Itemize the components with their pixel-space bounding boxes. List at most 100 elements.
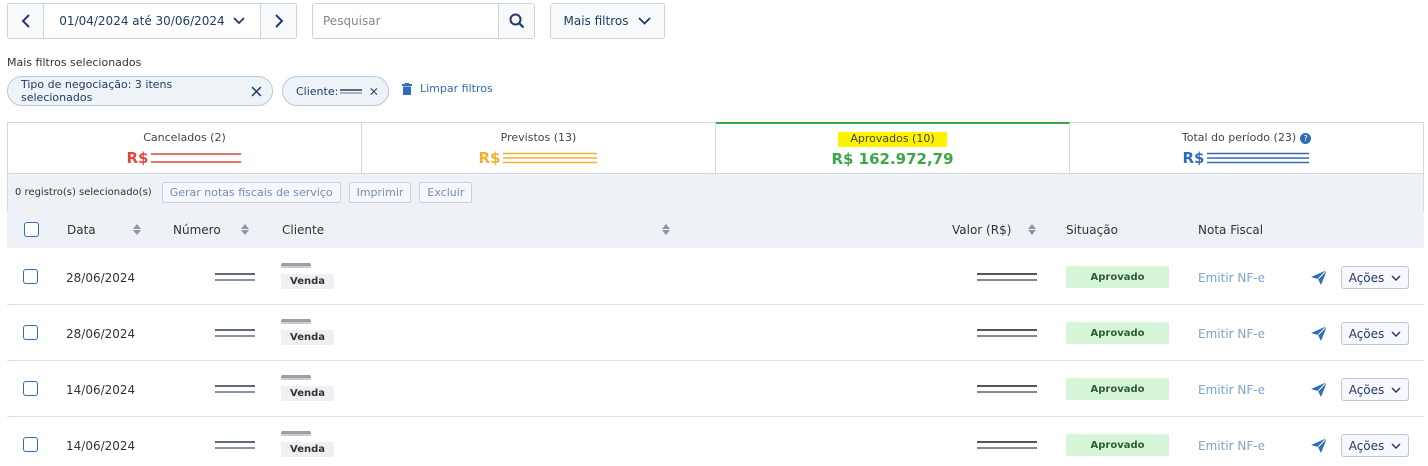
emit-nfe-link[interactable]: Emitir NF-e [1198, 271, 1265, 285]
redacted-number [215, 273, 255, 281]
clear-filters-link[interactable]: Limpar filtros [402, 82, 493, 95]
column-header-numero[interactable]: Número [173, 211, 249, 248]
column-header-valor[interactable]: Valor (R$) [952, 211, 1037, 248]
tab-previstos-title: Previstos (13) [500, 131, 577, 144]
more-filters-label: Mais filtros [563, 14, 629, 28]
help-icon[interactable]: ? [1300, 132, 1312, 144]
row-client: Venda [281, 263, 334, 289]
select-all-checkbox[interactable] [24, 222, 39, 237]
send-icon[interactable] [1311, 270, 1327, 285]
select-all-cell [24, 211, 39, 248]
close-icon[interactable] [251, 86, 262, 97]
redacted-number [215, 329, 255, 337]
chevron-down-icon [1391, 386, 1401, 393]
tab-total-periodo[interactable]: Total do período (23)? R$ [1070, 123, 1423, 173]
search-input[interactable] [313, 4, 498, 38]
column-header-label: Data [67, 222, 96, 237]
column-header-cliente[interactable]: Cliente [282, 211, 324, 248]
row-checkbox[interactable] [23, 381, 38, 396]
sort-icon[interactable] [240, 224, 249, 235]
row-checkbox[interactable] [23, 437, 38, 452]
row-checkbox[interactable] [23, 269, 38, 284]
redacted-amount [1206, 152, 1309, 164]
emit-nfe-link[interactable]: Emitir NF-e [1198, 327, 1265, 341]
tab-total-value: R$ [1183, 149, 1311, 167]
search-button[interactable] [498, 4, 534, 38]
row-date: 14/06/2024 [66, 437, 135, 454]
selected-count: 0 registro(s) selecionado(s) [15, 187, 152, 198]
currency-symbol: R$ [1182, 149, 1205, 167]
row-nota-fiscal: Emitir NF-e [1198, 437, 1265, 454]
tab-cancelados[interactable]: Cancelados (2) R$ [8, 123, 362, 173]
currency-symbol: R$ [126, 149, 149, 167]
generate-invoices-button[interactable]: Gerar notas fiscais de serviço [161, 182, 341, 203]
sort-icon[interactable] [1028, 224, 1037, 235]
column-header-data[interactable]: Data [67, 211, 141, 248]
row-send [1311, 270, 1327, 285]
actions-dropdown[interactable]: Ações [1341, 322, 1409, 345]
row-date-text: 14/06/2024 [66, 382, 136, 397]
redacted-client-name [281, 263, 311, 268]
row-date-text: 14/06/2024 [66, 438, 136, 453]
row-actions: Ações [1341, 378, 1409, 401]
filter-chip-client-content: Cliente: [296, 84, 363, 98]
status-badge: Aprovado [1066, 378, 1169, 400]
row-nota-fiscal: Emitir NF-e [1198, 269, 1265, 286]
tab-aprovados-title: Aprovados (10) [838, 132, 947, 147]
previous-period-button[interactable] [8, 4, 44, 38]
row-checkbox[interactable] [23, 325, 38, 340]
more-filters-button[interactable]: Mais filtros [550, 3, 665, 39]
row-actions: Ações [1341, 266, 1409, 289]
column-header-label: Número [173, 222, 221, 237]
sort-icon[interactable] [132, 224, 141, 235]
column-header-label: Valor (R$) [952, 222, 1012, 237]
row-actions: Ações [1341, 322, 1409, 345]
row-client: Venda [281, 319, 334, 345]
chevron-down-icon [1391, 442, 1401, 449]
row-send [1311, 382, 1327, 397]
column-header-cliente-sort[interactable] [662, 211, 670, 248]
sort-icon[interactable] [662, 224, 670, 235]
emit-nfe-link[interactable]: Emitir NF-e [1198, 439, 1265, 453]
actions-label: Ações [1348, 382, 1385, 397]
column-header-label: Situação [1066, 222, 1118, 237]
tab-aprovados-value: R$ 162.972,79 [831, 150, 954, 168]
currency-symbol: R$ [478, 149, 501, 167]
chevron-right-icon [274, 14, 283, 28]
redacted-client-name [281, 319, 311, 324]
row-send [1311, 438, 1327, 453]
redacted-client-name [340, 88, 363, 94]
row-type-tag: Venda [281, 442, 334, 457]
send-icon[interactable] [1311, 326, 1327, 341]
print-button[interactable]: Imprimir [348, 182, 412, 203]
date-range-selector[interactable]: 01/04/2024 até 30/06/2024 [44, 4, 260, 38]
search-icon [509, 13, 524, 29]
column-header-label: Nota Fiscal [1198, 222, 1264, 237]
status-badge: Aprovado [1066, 434, 1169, 456]
filter-chip-label: Cliente: [296, 84, 339, 98]
redacted-value [977, 385, 1037, 393]
row-client: Venda [281, 431, 334, 457]
status-badge: Aprovado [1066, 266, 1169, 288]
table-row: 14/06/2024 Venda Aprovado Emitir NF-e Aç… [7, 417, 1424, 466]
tab-aprovados[interactable]: Aprovados (10) R$ 162.972,79 [716, 122, 1070, 173]
tab-previstos[interactable]: Previstos (13) R$ [362, 123, 716, 173]
row-date: 28/06/2024 [66, 269, 135, 286]
table-row: 28/06/2024 Venda Aprovado Emitir NF-e Aç… [7, 249, 1424, 305]
send-icon[interactable] [1311, 382, 1327, 397]
actions-dropdown[interactable]: Ações [1341, 266, 1409, 289]
close-icon[interactable] [370, 86, 378, 97]
filter-chip-negotiation-type: Tipo de negociação: 3 itens selecionados [7, 76, 273, 106]
clear-filters-label: Limpar filtros [420, 82, 493, 95]
emit-nfe-link[interactable]: Emitir NF-e [1198, 383, 1265, 397]
table-row: 14/06/2024 Venda Aprovado Emitir NF-e Aç… [7, 361, 1424, 417]
actions-dropdown[interactable]: Ações [1341, 434, 1409, 457]
row-value [977, 441, 1037, 449]
delete-button[interactable]: Excluir [419, 182, 473, 203]
row-status: Aprovado [1066, 322, 1169, 344]
next-period-button[interactable] [260, 4, 296, 38]
send-icon[interactable] [1311, 438, 1327, 453]
actions-dropdown[interactable]: Ações [1341, 378, 1409, 401]
redacted-value [977, 329, 1037, 337]
redacted-value [977, 273, 1037, 281]
